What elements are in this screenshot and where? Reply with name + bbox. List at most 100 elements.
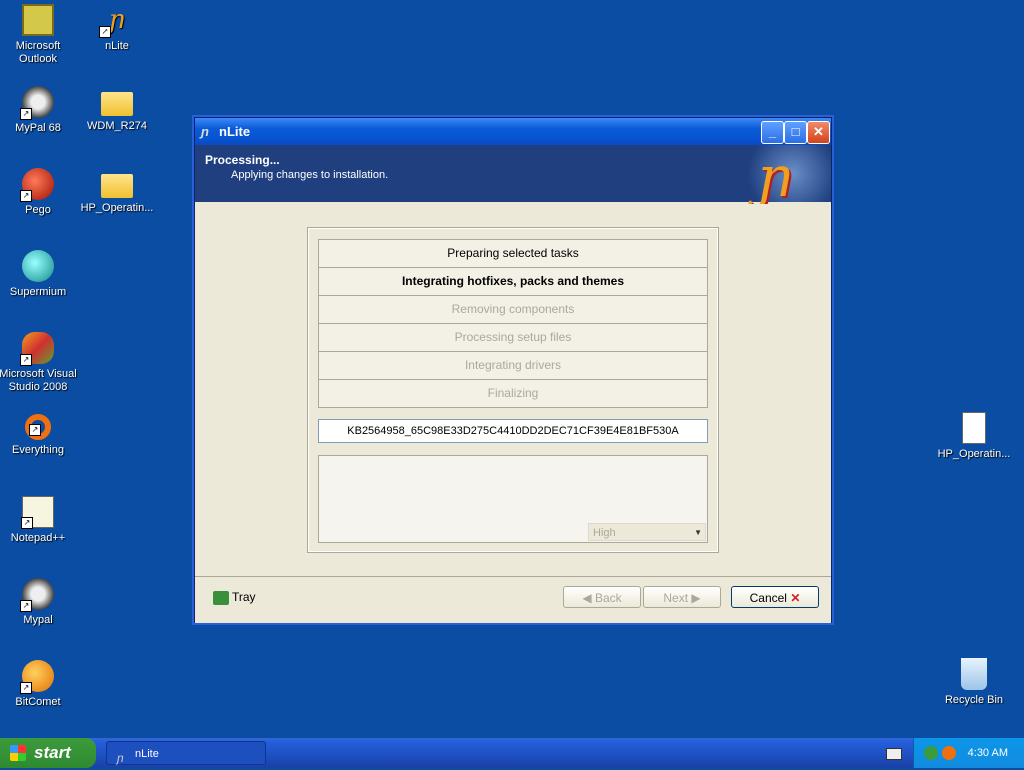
desktop-icon-visual-studio[interactable]: ↗ Microsoft Visual Studio 2008: [0, 332, 78, 394]
visual-studio-icon: ↗: [20, 332, 54, 366]
desktop-icon-label: HP_Operatin...: [937, 448, 1011, 460]
desktop-icon-label: Microsoft Visual Studio 2008: [0, 368, 77, 393]
window-titlebar[interactable]: ɲ nLite _ □ ✕: [195, 118, 831, 145]
desktop-icon-everything[interactable]: ↗ Everything: [0, 414, 78, 457]
keyboard-icon[interactable]: [886, 748, 902, 760]
nlite-icon: ɲ ↗: [99, 4, 133, 38]
back-label: Back: [594, 591, 622, 605]
bitcomet-icon: ↗: [20, 660, 54, 694]
shortcut-arrow-icon: ↗: [21, 517, 33, 529]
task-item-integrating-hotfixes: Integrating hotfixes, packs and themes: [319, 268, 707, 296]
next-button[interactable]: Next ▶: [643, 586, 721, 608]
maximize-button[interactable]: □: [784, 121, 807, 144]
document-icon: [962, 412, 986, 444]
desktop-icon-label: Recycle Bin: [944, 694, 1004, 706]
task-item-preparing: Preparing selected tasks: [319, 240, 707, 268]
task-item-processing-setup: Processing setup files: [319, 324, 707, 352]
close-button[interactable]: ✕: [807, 121, 830, 144]
desktop-icon-label: BitComet: [15, 696, 61, 708]
log-box: High ▼: [318, 455, 708, 543]
start-button[interactable]: start: [0, 738, 96, 768]
shortcut-arrow-icon: ↗: [20, 354, 32, 366]
task-item-finalizing: Finalizing: [319, 380, 707, 407]
search-tray-icon[interactable]: [942, 746, 956, 760]
task-item-integrating-drivers: Integrating drivers: [319, 352, 707, 380]
desktop-icon-mypal68[interactable]: ↗ MyPal 68: [0, 86, 78, 135]
recycle-bin-icon: [961, 658, 987, 690]
current-item-field: KB2564958_65C98E33D275C4410DD2DEC71CF39E…: [318, 419, 708, 443]
desktop-icon-nlite[interactable]: ɲ ↗ nLite: [77, 4, 157, 53]
red-orb-icon: ↗: [20, 168, 54, 202]
priority-select[interactable]: High ▼: [588, 523, 706, 541]
desktop-icon-label: HP_Operatin...: [80, 202, 154, 214]
wizard-header: Processing... Applying changes to instal…: [195, 145, 831, 210]
system-tray: 4:30 AM: [913, 738, 1024, 768]
search-magnifier-icon: ↗: [25, 414, 51, 440]
desktop-icon-label: Mypal: [23, 614, 53, 626]
nlite-app-icon: ɲ: [201, 124, 209, 139]
desktop-icon-label: Everything: [12, 444, 64, 456]
processing-panel: Preparing selected tasks Integrating hot…: [307, 227, 719, 553]
window-title: nLite: [219, 124, 251, 139]
next-arrow-icon: ▶: [691, 591, 701, 605]
cancel-x-icon: ✕: [790, 591, 801, 605]
desktop-icon-label: Notepad++: [10, 532, 66, 544]
shortcut-arrow-icon: ↗: [20, 108, 32, 120]
cancel-button[interactable]: Cancel ✕: [731, 586, 819, 608]
task-list: Preparing selected tasks Integrating hot…: [318, 239, 708, 408]
raccoon-icon: ↗: [20, 86, 54, 120]
shortcut-arrow-icon: ↗: [29, 424, 41, 436]
dropdown-arrow-icon: ▼: [694, 528, 702, 537]
network-icon[interactable]: [924, 746, 938, 760]
desktop-icon-supermium[interactable]: Supermium: [0, 250, 78, 299]
desktop-icon-label: Pego: [25, 204, 51, 216]
nlite-window: ɲ nLite _ □ ✕ Processing... Applying cha…: [194, 117, 832, 623]
globe-icon: [22, 250, 54, 282]
taskbar-button-label: nLite: [135, 748, 159, 760]
desktop-icon-wdm[interactable]: WDM_R274: [77, 86, 157, 133]
tray-icon: [213, 590, 229, 605]
priority-value: High: [593, 527, 616, 539]
header-subtitle: Applying changes to installation.: [231, 169, 389, 181]
tray-button[interactable]: Tray: [213, 586, 273, 608]
desktop-icon-notepadpp[interactable]: ↗ Notepad++: [0, 496, 78, 545]
shortcut-arrow-icon: ↗: [20, 190, 32, 202]
shortcut-arrow-icon: ↗: [20, 682, 32, 694]
desktop-icon-label: nLite: [105, 40, 129, 52]
shortcut-arrow-icon: ↗: [99, 26, 111, 38]
notepad-icon: ↗: [21, 496, 54, 529]
taskbar: start ɲ nLite 4:30 AM: [0, 738, 1024, 768]
tray-label: Tray: [232, 590, 256, 604]
desktop-icon-label: Supermium: [9, 286, 67, 298]
shortcut-arrow-icon: ↗: [20, 600, 32, 612]
clock[interactable]: 4:30 AM: [968, 738, 1008, 768]
start-label: start: [34, 743, 71, 762]
desktop-icon-mypal[interactable]: ↗ Mypal: [0, 578, 78, 627]
header-title: Processing...: [205, 153, 280, 167]
outlook-icon: [22, 4, 54, 36]
task-item-removing-components: Removing components: [319, 296, 707, 324]
desktop-icon-bitcomet[interactable]: ↗ BitComet: [0, 660, 78, 709]
folder-icon: [101, 92, 133, 116]
desktop-icon-hp-folder[interactable]: HP_Operatin...: [77, 168, 157, 215]
taskbar-button-nlite[interactable]: ɲ nLite: [106, 741, 266, 765]
nlite-logo: ɲ: [735, 145, 831, 210]
minimize-button[interactable]: _: [761, 121, 784, 144]
desktop-icon-label: MyPal 68: [15, 122, 61, 134]
next-label: Next: [663, 591, 689, 605]
windows-flag-icon: [10, 745, 26, 761]
desktop-icon-label: WDM_R274: [87, 120, 147, 132]
nlite-app-icon: ɲ: [117, 751, 124, 765]
desktop-icon-pego[interactable]: ↗ Pego: [0, 168, 78, 217]
desktop-icon-hp-document[interactable]: HP_Operatin...: [934, 412, 1014, 461]
back-button[interactable]: ◀ Back: [563, 586, 641, 608]
desktop-icon-recycle-bin[interactable]: Recycle Bin: [934, 658, 1014, 707]
folder-icon: [101, 174, 133, 198]
desktop-icon-outlook[interactable]: Microsoft Outlook: [0, 4, 78, 66]
desktop-icon-label: Microsoft Outlook: [15, 40, 61, 65]
wizard-footer: Tray ◀ Back Next ▶ Cancel ✕: [195, 576, 831, 623]
wizard-content: Preparing selected tasks Integrating hot…: [195, 204, 831, 576]
raccoon-icon: ↗: [20, 578, 54, 612]
cancel-label: Cancel: [749, 591, 787, 605]
back-arrow-icon: ◀: [582, 591, 592, 605]
